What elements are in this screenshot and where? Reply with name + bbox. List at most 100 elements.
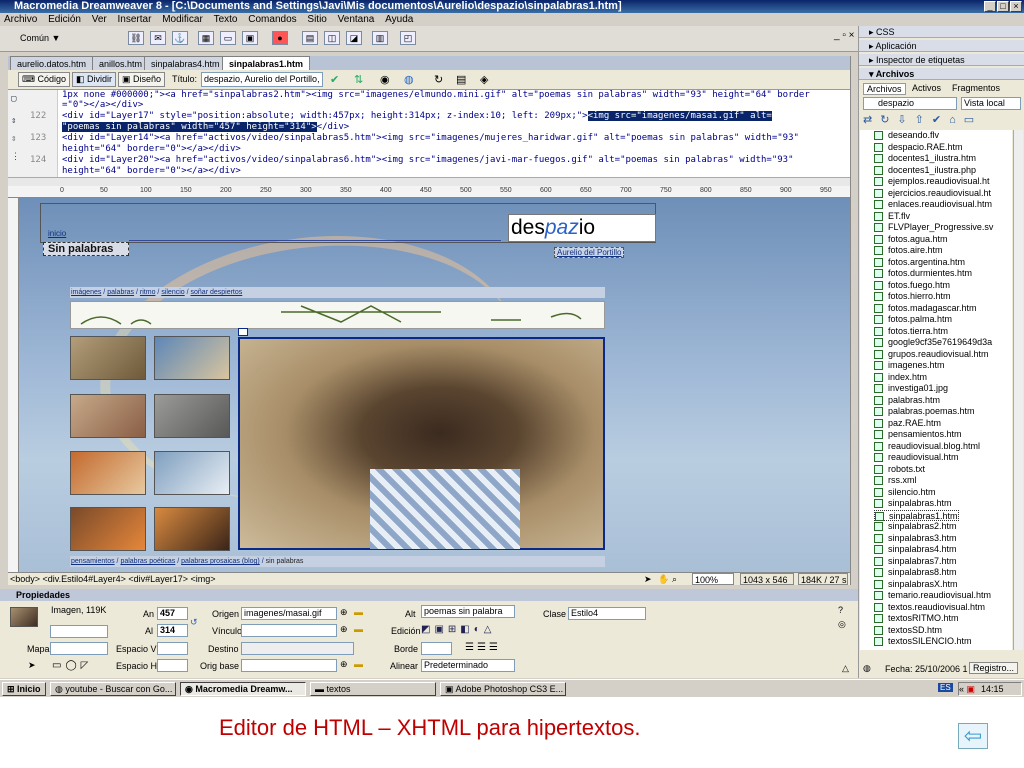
thumbnail-image[interactable] xyxy=(154,394,230,438)
nav-silencio[interactable]: silencio xyxy=(161,289,184,296)
file-item[interactable]: textosSD.htm xyxy=(874,625,942,637)
doc-window-controls[interactable]: _ ▫ × xyxy=(834,30,855,41)
file-item[interactable]: textosSILENCIO.htm xyxy=(874,636,972,648)
link-field[interactable] xyxy=(241,624,337,637)
panel-splitter[interactable] xyxy=(850,56,858,585)
browse-folder-icon[interactable]: ▬ xyxy=(354,607,363,617)
file-item[interactable]: despacio.RAE.htm xyxy=(874,142,963,154)
title-input[interactable]: despazio, Aurelio del Portillo, p xyxy=(201,72,323,87)
file-item[interactable]: fotos.agua.htm xyxy=(874,234,948,246)
menu-ver[interactable]: Ver xyxy=(88,14,111,25)
tab-anillos[interactable]: anillos.htm xyxy=(92,56,150,70)
file-item[interactable]: docentes1_ilustra.htm xyxy=(874,153,976,165)
file-item[interactable]: sinpalabras8.htm xyxy=(874,567,957,579)
image-id-field[interactable] xyxy=(50,625,108,638)
inicio-link[interactable]: inicio xyxy=(48,229,66,238)
menu-modificar[interactable]: Modificar xyxy=(158,14,207,25)
file-item[interactable]: enlaces.reaudiovisual.htm xyxy=(874,199,992,211)
site-select[interactable]: despazio xyxy=(863,97,957,110)
file-item[interactable]: robots.txt xyxy=(874,464,925,476)
file-item[interactable]: ejemplos.reaudiovisual.ht xyxy=(874,176,990,188)
quick-tag-editor-icon[interactable]: ◎ xyxy=(838,619,846,630)
file-item[interactable]: reaudiovisual.blog.html xyxy=(874,441,980,453)
tray-app-icon[interactable]: ▣ xyxy=(967,684,976,694)
file-item[interactable]: sinpalabras4.htm xyxy=(874,544,957,556)
file-item[interactable]: textosRITMO.htm xyxy=(874,613,959,625)
file-item[interactable]: sinpalabrasX.htm xyxy=(874,579,958,591)
design-view-button[interactable]: ▣ Diseño xyxy=(118,72,166,87)
file-item[interactable]: sinpalabras.htm xyxy=(874,498,952,510)
file-item[interactable]: pensamientos.htm xyxy=(874,429,962,441)
file-item[interactable]: palabras.htm xyxy=(874,395,940,407)
thumbnail-image[interactable] xyxy=(70,394,146,438)
check-browser-icon[interactable]: ✔ xyxy=(330,73,339,86)
thumbnail-image[interactable] xyxy=(154,507,230,551)
lowsrc-point-icon[interactable]: ⊕ xyxy=(340,659,348,670)
class-select[interactable]: Estilo4 xyxy=(568,607,646,620)
thumbnail-image[interactable] xyxy=(70,336,146,380)
file-item[interactable]: palabras.poemas.htm xyxy=(874,406,975,418)
align-select[interactable]: Predeterminado xyxy=(421,659,515,672)
file-item[interactable]: index.htm xyxy=(874,372,927,384)
file-item[interactable]: paz.RAE.htm xyxy=(874,418,941,430)
file-item[interactable]: grupos.reaudiovisual.htm xyxy=(874,349,989,361)
task-folder[interactable]: ▬ textos xyxy=(310,682,436,696)
target-select[interactable] xyxy=(241,642,354,655)
alt-select[interactable]: poemas sin palabra xyxy=(421,605,515,618)
tab-sinpalabras4[interactable]: sinpalabras4.htm xyxy=(144,56,227,70)
thumbnail-image[interactable] xyxy=(70,507,146,551)
vspace-field[interactable] xyxy=(157,642,188,655)
file-item[interactable]: temario.reaudiovisual.htm xyxy=(874,590,991,602)
properties-header[interactable]: Propiedades xyxy=(0,589,858,601)
code-view-button[interactable]: ⌨ Código xyxy=(18,72,71,87)
css-panel-header[interactable]: ▸ CSS xyxy=(859,26,1024,38)
selected-image[interactable] xyxy=(238,337,605,550)
files-tab[interactable]: Archivos xyxy=(863,83,906,95)
file-item[interactable]: sinpalabras3.htm xyxy=(874,533,957,545)
file-item[interactable]: sinpalabras2.htm xyxy=(874,521,957,533)
file-item[interactable]: fotos.fuego.htm xyxy=(874,280,950,292)
code-tool-icon[interactable]: ▢ xyxy=(11,94,16,104)
close-button[interactable]: × xyxy=(1010,1,1022,12)
tab-aurelio-datos[interactable]: aurelio.datos.htm xyxy=(10,56,94,70)
template-icon[interactable]: ◰ xyxy=(400,31,416,45)
visual-aids-icon[interactable]: ◈ xyxy=(480,73,488,86)
file-item[interactable]: fotos.durmientes.htm xyxy=(874,268,972,280)
hyperlink-icon[interactable]: ⛓ xyxy=(128,31,144,45)
file-item[interactable]: reaudiovisual.htm xyxy=(874,452,959,464)
menu-sitio[interactable]: Sitio xyxy=(303,14,330,25)
menu-ayuda[interactable]: Ayuda xyxy=(381,14,417,25)
back-arrow-button[interactable]: ⇦ xyxy=(958,723,988,749)
file-item[interactable]: docentes1_ilustra.php xyxy=(874,165,976,177)
menu-archivo[interactable]: Archivo xyxy=(0,14,41,25)
menu-ventana[interactable]: Ventana xyxy=(334,14,379,25)
thumbnail-image[interactable] xyxy=(154,451,230,495)
collapse-properties-icon[interactable]: △ xyxy=(842,663,849,674)
height-field[interactable]: 314 xyxy=(157,624,188,637)
code-view[interactable]: ▢ ⇕ ⇳ ⋮ 1px none #000000;"><a href="sinp… xyxy=(8,90,850,177)
media-icon[interactable]: ● xyxy=(272,31,288,45)
link-folder-icon[interactable]: ▬ xyxy=(354,624,363,634)
file-item[interactable]: fotos.tierra.htm xyxy=(874,326,948,338)
file-item[interactable]: ejercicios.reaudiovisual.ht xyxy=(874,188,991,200)
file-item[interactable]: FLVPlayer_Progressive.sv xyxy=(874,222,993,234)
lowsrc-folder-icon[interactable]: ▬ xyxy=(354,659,363,669)
start-button[interactable]: ⊞ Inicio xyxy=(2,682,46,696)
view-select[interactable]: Vista local xyxy=(961,97,1021,110)
task-photoshop[interactable]: ▣ Adobe Photoshop CS3 E... xyxy=(440,682,566,696)
zoom-select[interactable]: 100% xyxy=(692,573,734,585)
file-management-icon[interactable]: ⇅ xyxy=(354,73,363,86)
minimize-button[interactable]: _ xyxy=(984,1,996,12)
tag-inspector-header[interactable]: ▸ Inspector de etiquetas xyxy=(859,54,1024,66)
reset-size-icon[interactable]: ↺ xyxy=(190,617,198,628)
lowsrc-field[interactable] xyxy=(241,659,337,672)
log-button[interactable]: Registro... xyxy=(969,662,1019,674)
code-scrollbar[interactable] xyxy=(8,177,850,186)
nav-palabras[interactable]: palabras xyxy=(107,289,134,296)
collapse-icon[interactable]: ⇕ xyxy=(11,116,16,126)
comment-icon[interactable]: ◪ xyxy=(346,31,362,45)
file-item[interactable]: rss.xml xyxy=(874,475,917,487)
file-item[interactable]: textos.reaudiovisual.htm xyxy=(874,602,985,614)
file-item[interactable]: deseando.flv xyxy=(874,130,939,142)
file-item[interactable]: imagenes.htm xyxy=(874,360,945,372)
